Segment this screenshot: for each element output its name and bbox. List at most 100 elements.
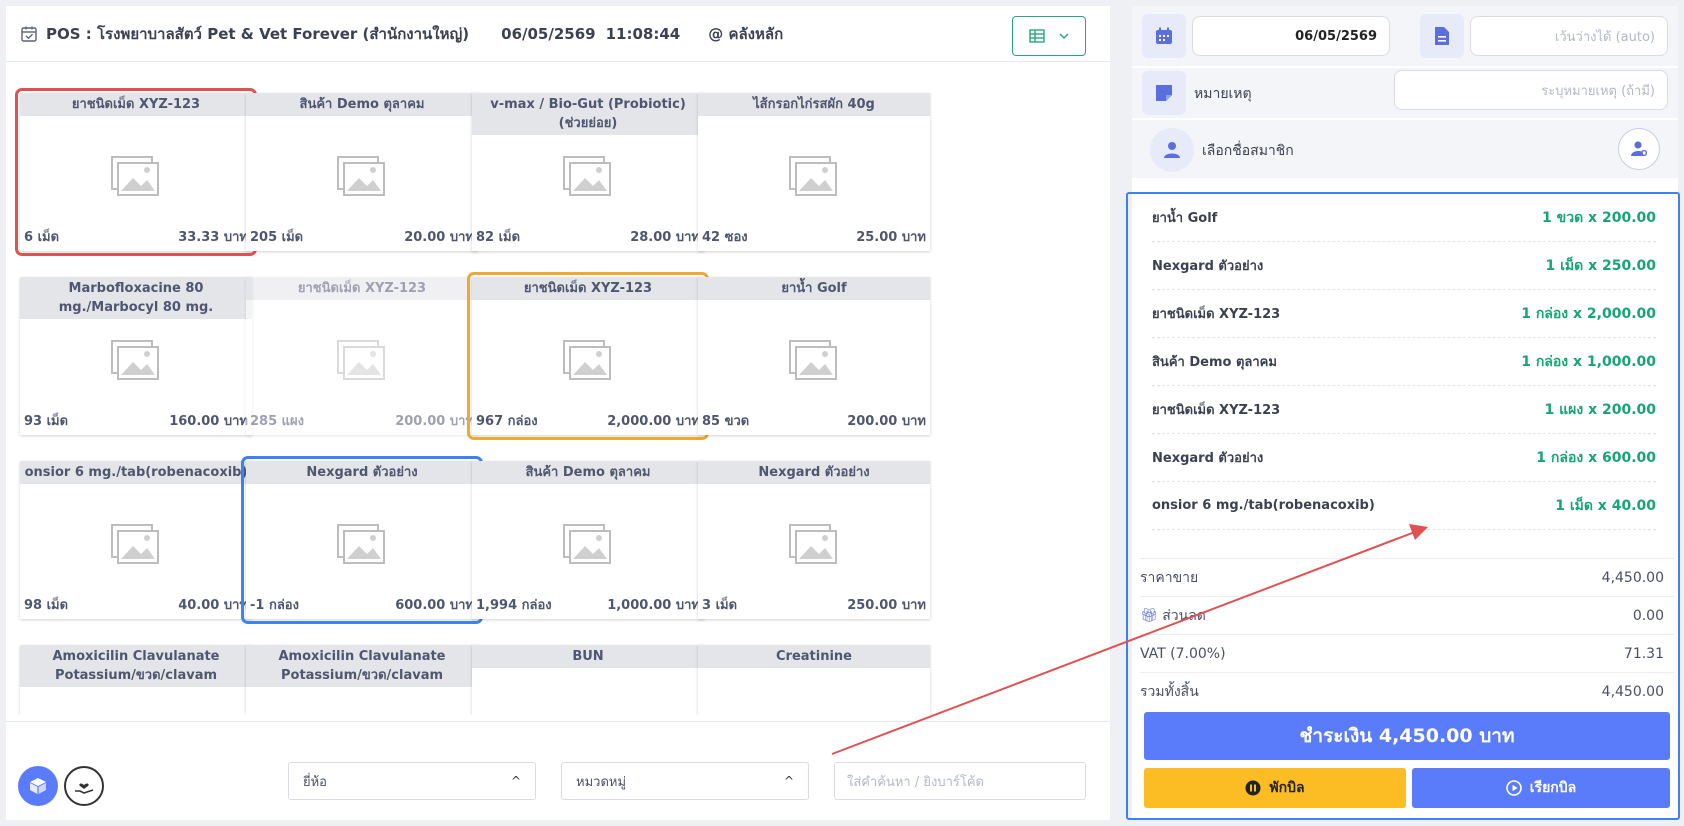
product-card[interactable]: Nexgard ตัวอย่าง -1 กล่อง 600.00 บาท: [241, 456, 483, 624]
note-icon: [1156, 85, 1172, 101]
note-button[interactable]: [1142, 71, 1186, 115]
cart-item[interactable]: ยาชนิดเม็ด XYZ-123 1 แผง x 200.00: [1152, 386, 1656, 434]
subtotal-row: ราคาขาย 4,450.00: [1140, 558, 1674, 596]
doc-number-placeholder: เว้นว่างได้ (auto): [1554, 29, 1655, 45]
image-placeholder-icon: [563, 156, 611, 196]
product-card[interactable]: v-max / Bio-Gut (Probiotic) (ช่วยย่อย) 8…: [472, 93, 704, 251]
product-stock: 205 เม็ด: [250, 230, 304, 245]
calendar-button[interactable]: [1142, 14, 1186, 58]
cart-item-qty-price: 1 เม็ด x 250.00: [1545, 257, 1656, 274]
cart-item[interactable]: สินค้า Demo ตุลาคม 1 กล่อง x 1,000.00: [1152, 338, 1656, 386]
total-value: 4,450.00: [1601, 683, 1664, 700]
product-price: 200.00 บาท: [847, 414, 926, 429]
product-card[interactable]: Amoxicilin Clavulanate Potassium/ขวด/cla…: [246, 645, 478, 715]
product-price: 33.33 บาท: [178, 230, 248, 245]
user-search-icon: [1631, 141, 1648, 157]
cart-item[interactable]: Nexgard ตัวอย่าง 1 เม็ด x 250.00: [1152, 242, 1656, 290]
product-stock: 82 เม็ด: [476, 230, 521, 245]
cart-item-qty-price: 1 กล่อง x 1,000.00: [1521, 353, 1656, 370]
product-name: ยาชนิดเม็ด XYZ-123: [20, 93, 252, 116]
table-icon: [1029, 29, 1045, 43]
member-row[interactable]: เลือกชื่อสมาชิก: [1132, 120, 1678, 178]
product-name: Amoxicilin Clavulanate Potassium/ขวด/cla…: [20, 645, 252, 687]
subtotal-label: ราคาขาย: [1140, 569, 1199, 586]
discount-row[interactable]: 🎁︎ ส่วนลด 0.00: [1140, 596, 1674, 634]
document-icon: [1435, 27, 1449, 45]
document-button[interactable]: [1420, 14, 1464, 58]
product-card[interactable]: BUN: [472, 645, 704, 715]
hand-heart-icon: [75, 783, 94, 794]
cart-item-name: สินค้า Demo ตุลาคม: [1152, 355, 1277, 370]
cart-item-qty-price: 1 ขวด x 200.00: [1542, 209, 1656, 226]
product-grid: ยาชนิดเม็ด XYZ-123 6 เม็ด 33.33 บาท สินค…: [6, 63, 1110, 715]
product-card[interactable]: ยาน้ำ Golf 85 ขวด 200.00 บาท: [698, 277, 930, 435]
product-price: 600.00 บาท: [395, 598, 474, 613]
member-search-button[interactable]: [1618, 128, 1660, 170]
product-stock: 42 ซอง: [702, 230, 748, 245]
header-time: 11:08:44: [605, 24, 681, 43]
product-panel: POS : โรงพยาบาลสัตว์ Pet & Vet Forever (…: [6, 6, 1110, 820]
play-icon: [1505, 780, 1522, 796]
product-name: Marbofloxacine 80 mg./Marbocyl 80 mg.: [20, 277, 252, 319]
cart-item[interactable]: Nexgard ตัวอย่าง 1 กล่อง x 600.00: [1152, 434, 1656, 482]
cart-item[interactable]: ยาชนิดเม็ด XYZ-123 1 กล่อง x 2,000.00: [1152, 290, 1656, 338]
category-select[interactable]: หมวดหมู่ ^: [561, 762, 809, 800]
total-label: รวมทั้งสิ้น: [1140, 683, 1199, 700]
product-card[interactable]: Marbofloxacine 80 mg./Marbocyl 80 mg. 93…: [20, 277, 252, 435]
brand-select[interactable]: ยี่ห้อ ^: [288, 762, 536, 800]
pause-icon: [1245, 780, 1261, 796]
image-placeholder-icon: [789, 340, 837, 380]
member-avatar: [1150, 128, 1194, 172]
cart-item-qty-price: 1 แผง x 200.00: [1544, 401, 1656, 418]
search-input[interactable]: ใส่คำค้นหา / ยิงบาร์โค้ด: [834, 762, 1086, 800]
cart-item-name: ยาชนิดเม็ด XYZ-123: [1152, 307, 1281, 322]
product-box-button[interactable]: [18, 766, 58, 806]
view-toggle-button[interactable]: [1012, 16, 1086, 56]
product-name: Nexgard ตัวอย่าง: [698, 461, 930, 484]
doc-number-field[interactable]: เว้นว่างได้ (auto): [1470, 16, 1668, 56]
product-card[interactable]: ไส้กรอกไก่รสผัก 40g 42 ซอง 25.00 บาท: [698, 93, 930, 251]
bill-panel: 06/05/2569 เว้นว่างได้ (auto) หมายเหตุ ร…: [1126, 6, 1680, 820]
image-placeholder-icon: [563, 524, 611, 564]
product-price: 200.00 บาท: [395, 414, 474, 429]
product-card[interactable]: Amoxicilin Clavulanate Potassium/ขวด/cla…: [20, 645, 252, 715]
cart-item-name: Nexgard ตัวอย่าง: [1152, 259, 1264, 274]
product-card[interactable]: สินค้า Demo ตุลาคม 205 เม็ด 20.00 บาท: [246, 93, 478, 251]
cart-item-name: onsior 6 mg./tab(robenacoxib): [1152, 498, 1375, 513]
chevron-down-icon: [1059, 33, 1069, 40]
hold-bill-label: พักบิล: [1269, 780, 1305, 796]
note-placeholder: ระบุหมายเหตุ (ถ้ามี): [1541, 83, 1655, 99]
cart-item[interactable]: ยาน้ำ Golf 1 ขวด x 200.00: [1152, 194, 1656, 242]
note-row: หมายเหตุ ระบุหมายเหตุ (ถ้ามี): [1132, 68, 1678, 118]
bill-date-field[interactable]: 06/05/2569: [1192, 16, 1390, 56]
product-card[interactable]: Creatinine: [698, 645, 930, 715]
cart-item-qty-price: 1 เม็ด x 40.00: [1555, 497, 1656, 514]
cart-item[interactable]: onsior 6 mg./tab(robenacoxib) 1 เม็ด x 40…: [1152, 482, 1656, 530]
vat-value: 71.31: [1623, 645, 1664, 662]
product-stock: 967 กล่อง: [476, 414, 538, 429]
product-card[interactable]: onsior 6 mg./tab(robenacoxib) 98 เม็ด 40…: [20, 461, 252, 619]
service-button[interactable]: [64, 766, 104, 806]
product-stock: 98 เม็ด: [24, 598, 69, 613]
note-input[interactable]: ระบุหมายเหตุ (ถ้ามี): [1394, 70, 1668, 110]
product-price: 2,000.00 บาท: [607, 414, 700, 429]
subtotal-value: 4,450.00: [1601, 569, 1664, 586]
product-card[interactable]: ยาชนิดเม็ด XYZ-123 967 กล่อง 2,000.00 บา…: [467, 272, 709, 440]
chevron-up-icon: ^: [510, 774, 521, 788]
product-price: 250.00 บาท: [847, 598, 926, 613]
image-placeholder-icon: [111, 340, 159, 380]
hold-bill-button[interactable]: พักบิล: [1144, 768, 1406, 808]
product-stock: -1 กล่อง: [250, 598, 299, 613]
pay-button[interactable]: ชำระเงิน 4,450.00 บาท: [1144, 712, 1670, 760]
note-label: หมายเหตุ: [1194, 86, 1252, 102]
vat-label: VAT (7.00%): [1140, 645, 1226, 662]
recall-bill-button[interactable]: เรียกบิล: [1412, 768, 1670, 808]
product-price: 25.00 บาท: [856, 230, 926, 245]
product-card[interactable]: ยาชนิดเม็ด XYZ-123 285 แผง 200.00 บาท: [246, 277, 478, 435]
product-card[interactable]: สินค้า Demo ตุลาคม 1,994 กล่อง 1,000.00 …: [472, 461, 704, 619]
product-card[interactable]: Nexgard ตัวอย่าง 3 เม็ด 250.00 บาท: [698, 461, 930, 619]
product-card[interactable]: ยาชนิดเม็ด XYZ-123 6 เม็ด 33.33 บาท: [15, 88, 257, 256]
discount-label: ส่วนลด: [1162, 607, 1206, 624]
calendar-check-icon: [21, 26, 37, 42]
chevron-up-icon: ^: [783, 774, 794, 788]
